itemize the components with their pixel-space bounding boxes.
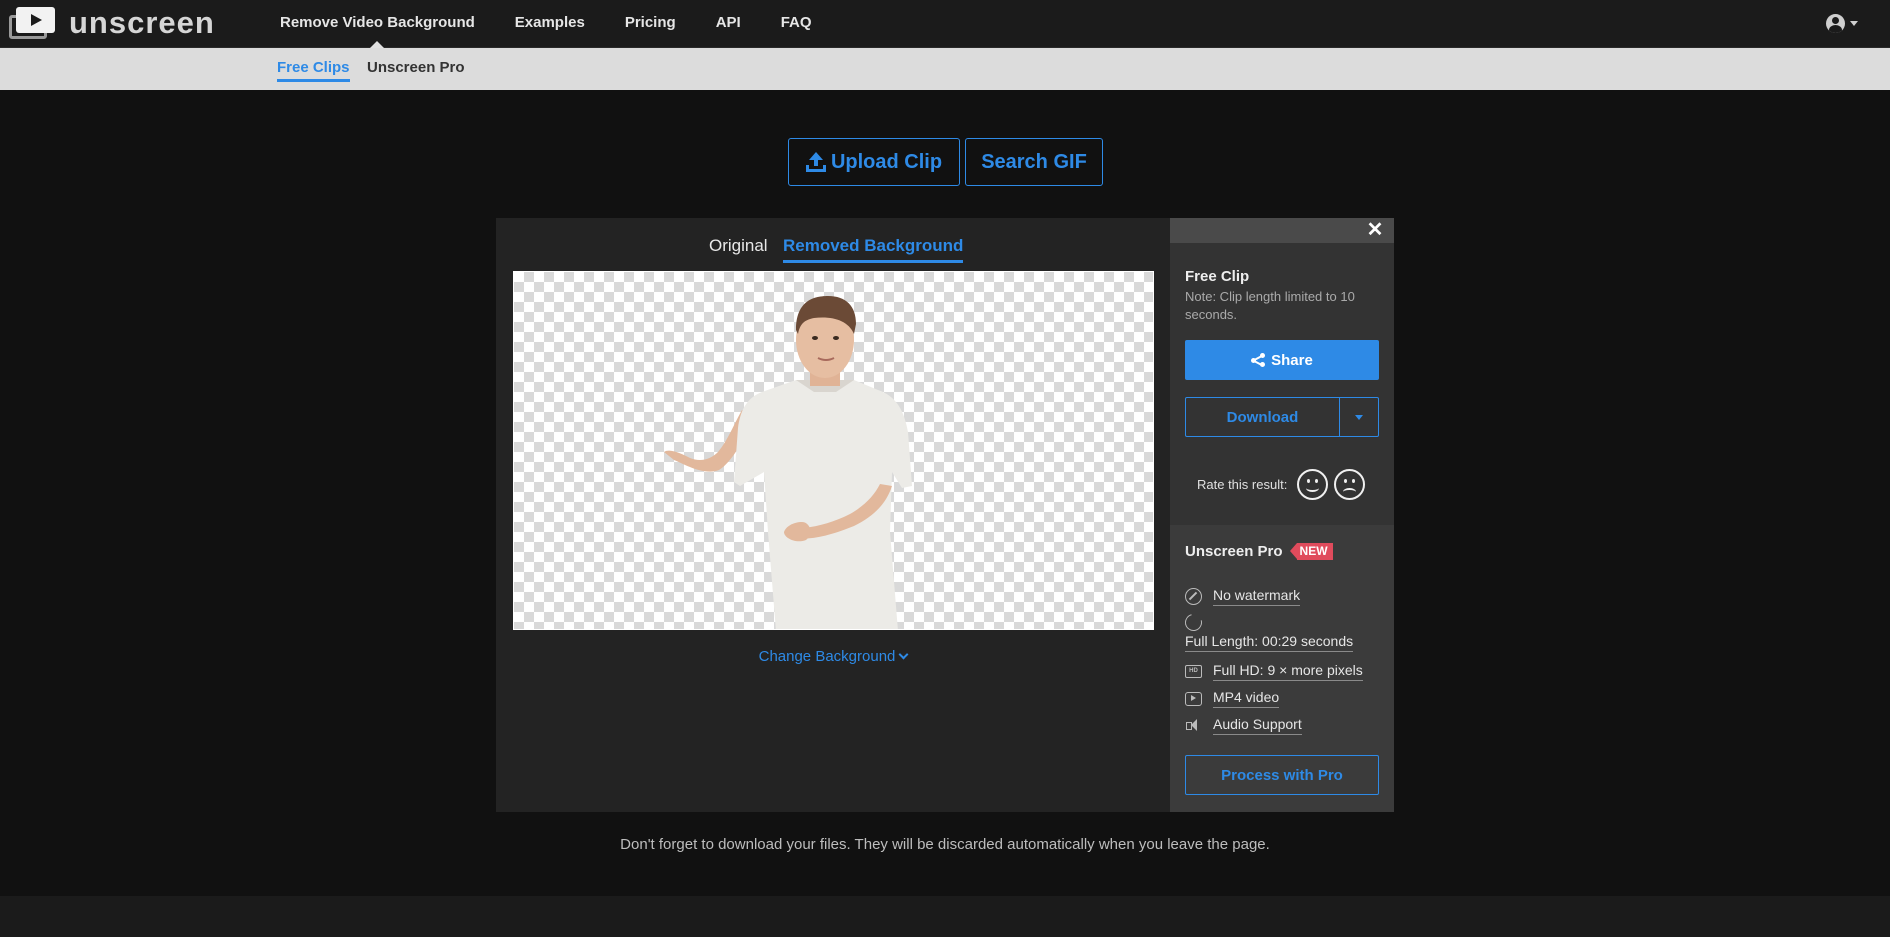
unscreen-logo[interactable]: unscreen [9,7,215,39]
search-gif-button[interactable]: Search GIF [965,138,1103,186]
nav-remove-video-background[interactable]: Remove Video Background [280,0,475,48]
logo-text: unscreen [69,5,215,40]
tab-original[interactable]: Original [709,234,768,258]
video-preview[interactable] [513,271,1154,630]
pro-title-text: Unscreen Pro [1185,543,1283,560]
clip-length-note: Note: Clip length limited to 10 seconds. [1185,289,1355,322]
rating-row: Rate this result: [1197,469,1371,500]
feature-text: No watermark [1213,587,1301,606]
feature-text: Full Length: 00:29 seconds [1185,633,1354,652]
top-navbar: unscreen Remove Video Background Example… [0,0,1890,48]
nav-examples[interactable]: Examples [515,0,585,46]
nav-api[interactable]: API [716,0,741,46]
feature-mp4: MP4 video [1185,689,1280,708]
sidebar-header: ✕ [1170,218,1394,243]
user-circle-icon [1826,13,1845,33]
logo-play-icon [9,7,55,39]
upload-clip-label: Upload Clip [830,150,943,173]
person-cutout-image [664,296,912,629]
share-label: Share [1271,351,1313,369]
feature-audio: Audio Support [1185,716,1302,735]
smiley-face-icon[interactable] [1297,469,1329,500]
footer-strip [0,896,1890,937]
change-background-button[interactable]: Change Background [496,648,1170,665]
discard-notice: Don't forget to download your files. The… [620,836,1270,853]
pro-title: Unscreen Pro NEW [1185,543,1333,560]
close-icon[interactable]: ✕ [1366,220,1384,240]
subtab-free-clips[interactable]: Free Clips [277,48,350,90]
change-background-label: Change Background [758,648,896,665]
download-options-dropdown[interactable] [1339,398,1378,436]
download-button[interactable]: Download [1186,398,1339,436]
nav-faq[interactable]: FAQ [781,0,812,46]
feature-no-watermark: No watermark [1185,587,1301,606]
account-menu[interactable] [1826,12,1862,34]
share-icon [1251,353,1266,367]
upload-clip-button[interactable]: Upload Clip [788,138,960,186]
video-file-icon [1185,691,1202,706]
free-clip-title: Free Clip [1185,268,1250,285]
chevron-down-icon [898,649,909,660]
upload-icon [805,152,826,172]
feature-text: Full HD: 9 × more pixels [1213,662,1363,681]
rate-label: Rate this result: [1197,477,1288,492]
caret-down-icon [1850,20,1858,26]
share-button[interactable]: Share [1185,340,1379,380]
main-nav: Remove Video Background Examples Pricing… [280,0,852,48]
no-watermark-icon [1185,588,1202,605]
pro-upsell-section: Unscreen Pro NEW No watermark Full Lengt… [1170,525,1394,812]
nav-pricing[interactable]: Pricing [625,0,676,46]
feature-text: MP4 video [1213,689,1280,708]
process-with-pro-button[interactable]: Process with Pro [1185,755,1379,795]
hd-icon: HD [1185,665,1202,678]
feature-text: Audio Support [1213,716,1302,735]
length-icon [1181,610,1206,635]
frowny-face-icon[interactable] [1334,469,1366,500]
feature-full-hd: HD Full HD: 9 × more pixels [1185,662,1363,681]
audio-icon [1185,717,1202,734]
feature-full-length: Full Length: 00:29 seconds [1181,610,1354,652]
subtab-unscreen-pro[interactable]: Unscreen Pro [367,48,465,90]
tab-removed-background[interactable]: Removed Background [783,234,964,263]
editor-panel: Original Removed Background Change Backg… [496,218,1170,812]
download-group: Download [1185,397,1379,437]
new-badge: NEW [1289,543,1333,560]
sub-navbar: Free Clips Unscreen Pro [0,48,1890,90]
result-sidebar: ✕ Free Clip Note: Clip length limited to… [1170,218,1394,812]
